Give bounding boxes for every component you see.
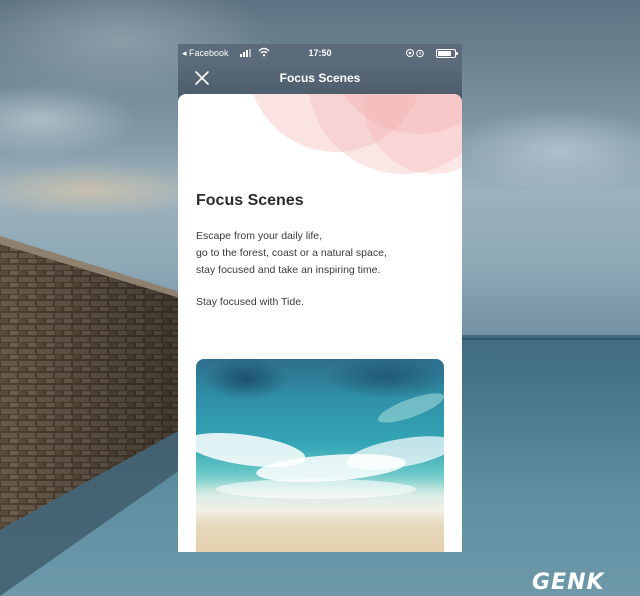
beach-scene-image[interactable]: [196, 359, 444, 552]
content-card: Focus Scenes Escape from your daily life…: [178, 94, 462, 552]
tagline: Stay focused with Tide.: [196, 296, 304, 308]
status-bar: ◂ Facebook 17:50: [178, 44, 462, 62]
alarm-icon: [416, 49, 424, 58]
brick-pier-image: [0, 236, 180, 596]
rotation-lock-icon: [406, 49, 414, 57]
status-right-icons: [406, 49, 424, 58]
close-icon[interactable]: [192, 68, 212, 88]
description-line: Escape from your daily life,: [196, 230, 323, 242]
battery-icon: [436, 49, 458, 58]
page-heading: Focus Scenes: [196, 192, 304, 209]
genk-watermark-logo: GENK: [532, 570, 605, 594]
description-line: stay focused and take an inspiring time.: [196, 264, 381, 276]
watermark-text: GENK: [532, 570, 605, 594]
description-line: go to the forest, coast or a natural spa…: [196, 247, 387, 259]
app-screen: ◂ Facebook 17:50 Focus Scenes Focus Scen…: [178, 44, 462, 552]
description: Escape from your daily life, go to the f…: [196, 228, 446, 279]
nav-bar: Focus Scenes: [178, 62, 462, 94]
nav-title: Focus Scenes: [279, 71, 361, 85]
